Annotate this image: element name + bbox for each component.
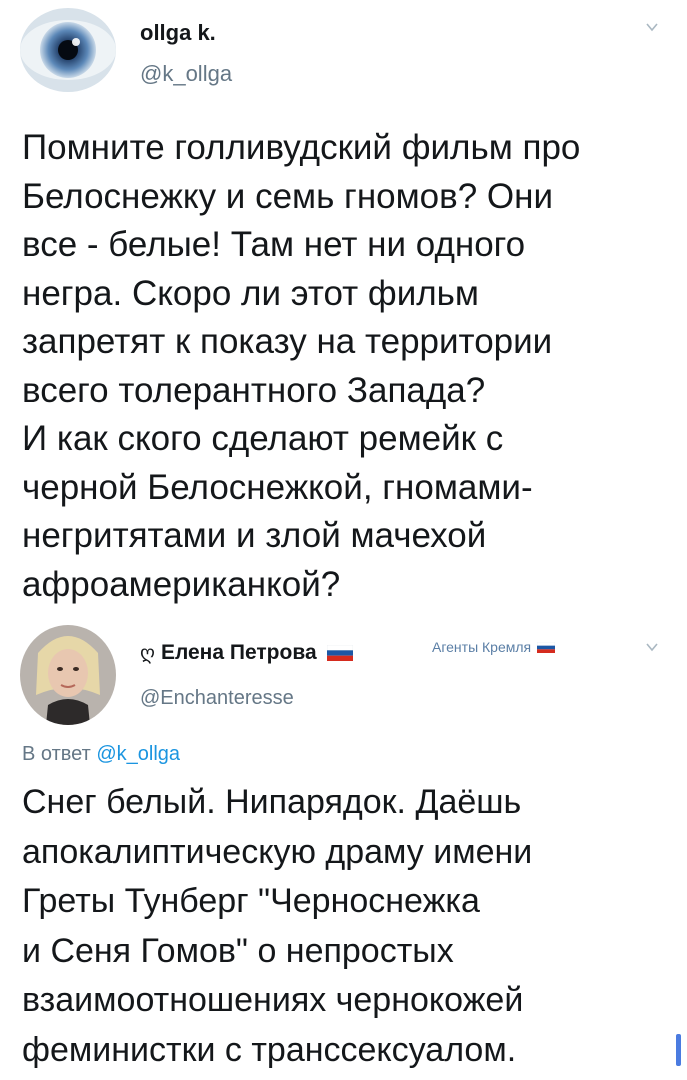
chevron-down-icon[interactable] <box>645 640 659 654</box>
tweet-reply: ღ Елена Петрова Агенты Кремля @Enchanter… <box>0 615 687 1080</box>
reply-handle-link[interactable]: @k_ollga <box>96 743 180 765</box>
russia-flag-icon <box>537 641 556 653</box>
scroll-indicator[interactable] <box>676 1034 681 1066</box>
tweet-original: ollga k. @k_ollga Помните голливудский ф… <box>0 0 687 615</box>
profile-avatar[interactable] <box>20 625 116 725</box>
reply-context: В ответ @k_ollga <box>22 743 180 766</box>
tweet-text: Снег белый. Нипарядок. Даёшь апокалиптич… <box>22 783 533 1069</box>
eye-avatar[interactable] <box>20 8 116 92</box>
user-label-text: Агенты Кремля <box>432 639 532 655</box>
author-handle[interactable]: @Enchanteresse <box>140 685 294 711</box>
russia-flag-icon <box>326 645 353 661</box>
author-name[interactable]: ollga k. <box>140 20 216 46</box>
author-handle[interactable]: @k_ollga <box>140 61 232 87</box>
reply-prefix: В ответ <box>22 743 91 765</box>
chevron-down-icon[interactable] <box>645 20 659 34</box>
eye-avatar-image <box>20 8 116 92</box>
tweet-text: Помните голливудский фильм про Белоснежк… <box>22 128 581 604</box>
author-name-row: ღ Елена Петрова <box>140 640 353 666</box>
woman-avatar-image <box>20 625 116 725</box>
author-name[interactable]: Елена Петрова <box>161 640 317 666</box>
user-label[interactable]: Агенты Кремля <box>432 639 556 655</box>
georgian-letter-icon: ღ <box>140 642 155 664</box>
